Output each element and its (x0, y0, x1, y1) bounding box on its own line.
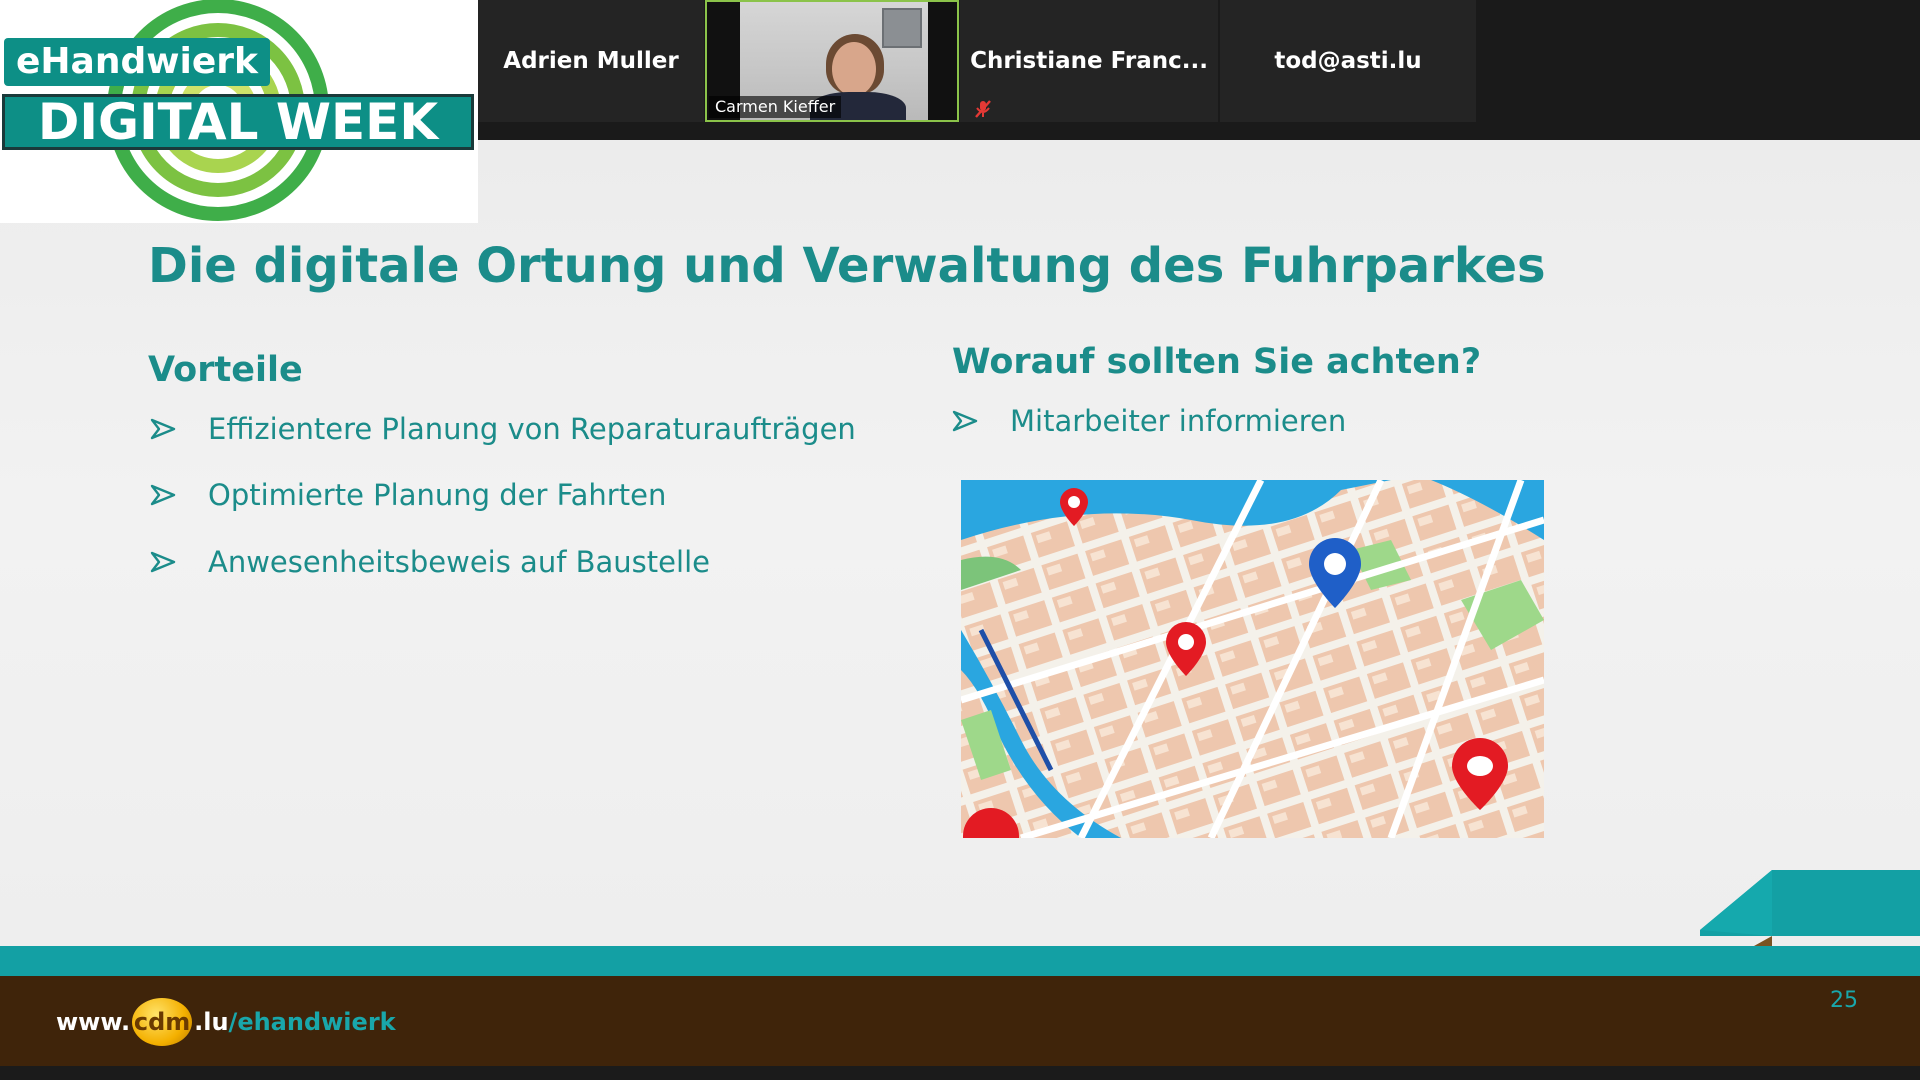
participant-name: Carmen Kieffer (709, 96, 842, 118)
participant-tile-tod[interactable]: tod@asti.lu (1220, 0, 1476, 122)
presentation-slide: Die digitale Ortung und Verwaltung des F… (0, 140, 1920, 1066)
url-prefix: www. (56, 1008, 131, 1036)
considerations-heading: Worauf sollten Sie achten? (952, 342, 1482, 382)
bullet-text: Anwesenheitsbeweis auf Baustelle (208, 545, 710, 579)
bullet-item: Anwesenheitsbeweis auf Baustelle (150, 545, 710, 579)
logo-line2: DIGITAL WEEK (2, 94, 474, 150)
participant-name: Christiane Franc... (970, 48, 1208, 74)
participant-name: Adrien Muller (503, 48, 679, 74)
bullet-text: Optimierte Planung der Fahrten (208, 478, 667, 512)
city-map-image (961, 480, 1544, 838)
person-face (832, 42, 876, 96)
arrow-bullet-icon (150, 484, 176, 506)
arrow-bullet-icon (952, 410, 978, 432)
bullet-item: Optimierte Planung der Fahrten (150, 478, 666, 512)
bullet-text: Effizientere Planung von Reparaturaufträ… (208, 412, 856, 446)
url-path: /ehandwierk (228, 1008, 396, 1036)
participant-tile-christiane[interactable]: Christiane Franc... (960, 0, 1218, 122)
footer-url: www. cdm .lu /ehandwierk (56, 998, 396, 1046)
url-suffix: .lu (194, 1008, 229, 1036)
participant-tile-adrien-muller[interactable]: Adrien Muller (478, 0, 704, 122)
slide-page-number: 25 (1830, 988, 1858, 1013)
cdm-logo: cdm (132, 998, 193, 1046)
participant-tile-carmen-kieffer[interactable]: Carmen Kieffer (705, 0, 959, 122)
city-map-icon (961, 480, 1544, 838)
participant-name: tod@asti.lu (1274, 48, 1422, 74)
slide-title: Die digitale Ortung und Verwaltung des F… (148, 238, 1546, 294)
advantages-heading: Vorteile (148, 350, 303, 390)
wall-picture (882, 8, 922, 48)
bottom-bar (0, 1066, 1920, 1080)
bullet-text: Mitarbeiter informieren (1010, 404, 1347, 438)
ehandwierk-digital-week-logo: eHandwierk DIGITAL WEEK (0, 0, 478, 223)
bullet-item: Effizientere Planung von Reparaturaufträ… (150, 412, 856, 446)
logo-line1: eHandwierk (4, 38, 270, 86)
bullet-item: Mitarbeiter informieren (952, 404, 1346, 438)
meeting-window: Adrien Muller Carmen Kieffer Christiane … (0, 0, 1920, 1080)
muted-microphone-icon (975, 100, 991, 118)
footer-teal-band (0, 946, 1920, 976)
arrow-bullet-icon (150, 418, 176, 440)
arrow-bullet-icon (150, 551, 176, 573)
